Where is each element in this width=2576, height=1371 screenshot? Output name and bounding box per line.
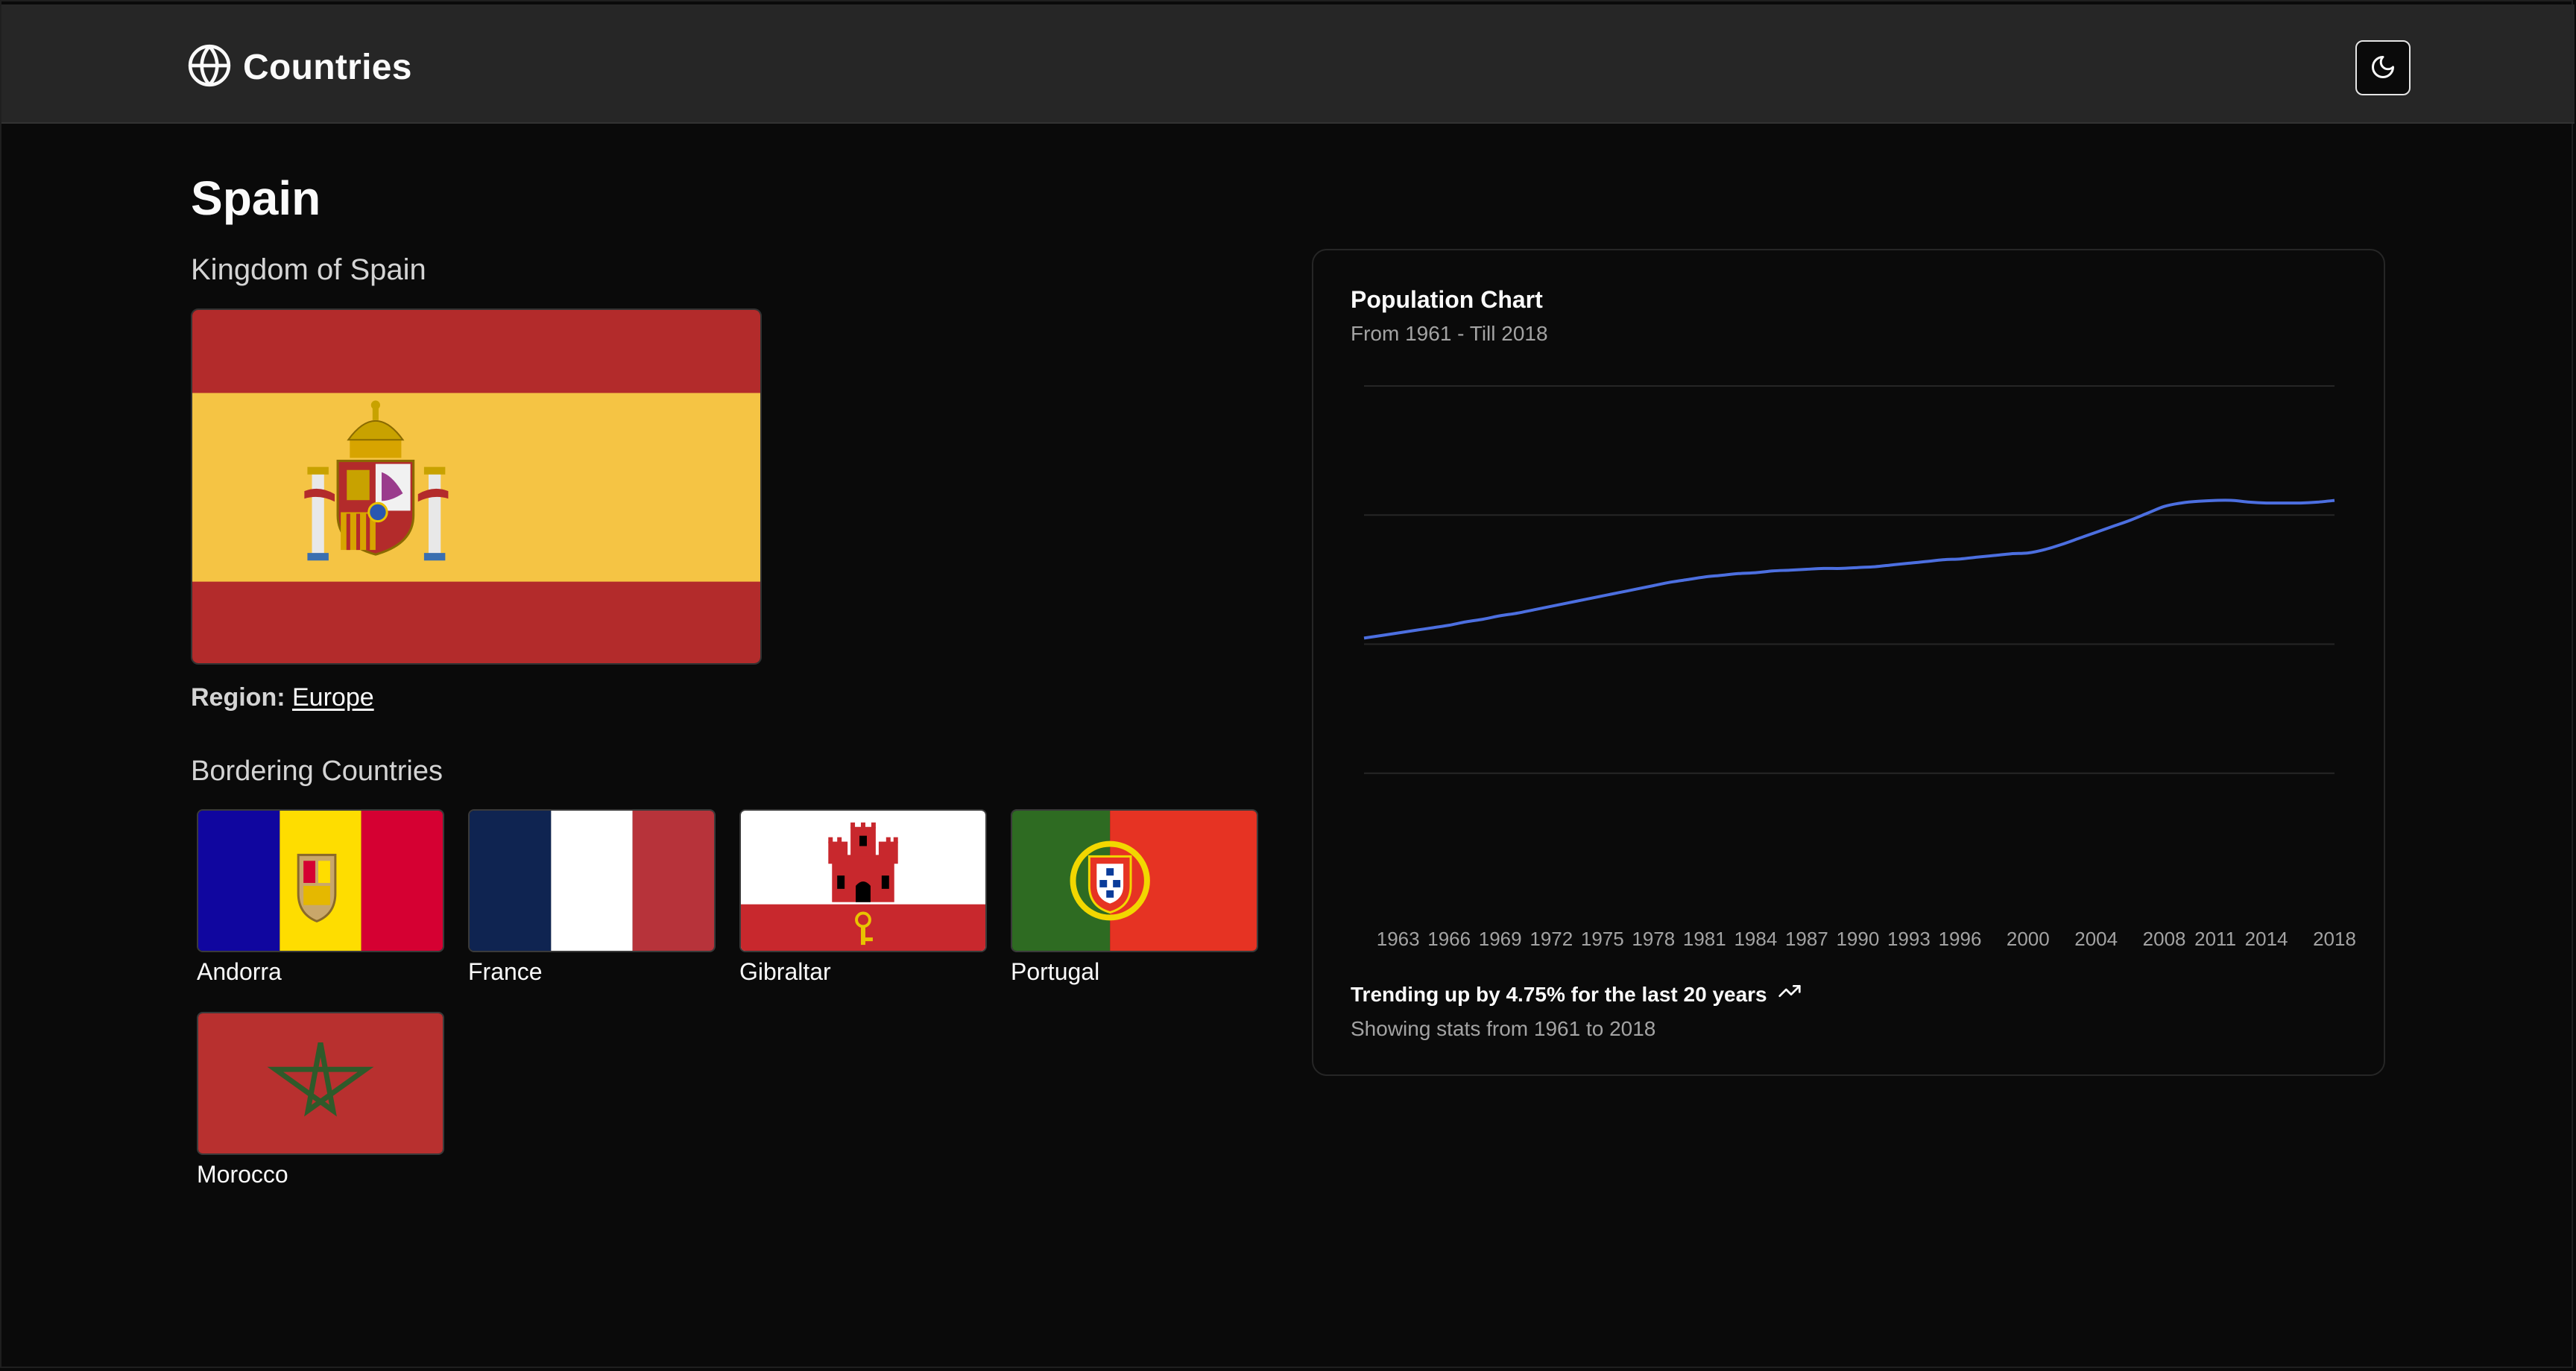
population-line-chart[interactable]: 1963 1966 1969 1972 1975 1978 1981 1984 1987 1990… (1313, 250, 2387, 981)
border-country-name: Portugal (1011, 958, 1100, 985)
x-axis-tick-label: 1963 (1377, 928, 1420, 950)
border-country-card-andorra[interactable]: Andorra (197, 809, 444, 987)
population-chart-card: Population Chart From 1961 - Till 2018 1… (1312, 249, 2385, 1076)
theme-toggle-button[interactable] (2355, 40, 2411, 95)
x-axis-tick-label: 1972 (1530, 928, 1573, 950)
border-country-name: Andorra (197, 958, 282, 985)
france-flag-image (468, 809, 716, 952)
bordering-countries-heading: Bordering Countries (191, 756, 443, 787)
x-axis-tick-label: 2014 (2245, 928, 2288, 950)
app-title: Countries (243, 47, 412, 87)
globe-icon (186, 42, 233, 92)
x-axis-tick-label: 2008 (2143, 928, 2186, 950)
population-series-line (1363, 498, 2335, 640)
region-link[interactable]: Europe (292, 683, 374, 712)
top-navbar: Countries (1, 4, 2575, 124)
region-row: Region: Europe (191, 681, 374, 714)
region-label: Region: (191, 683, 285, 712)
morocco-flag-image (197, 1012, 444, 1155)
country-flag-image (191, 308, 762, 665)
chart-footer-text: Showing stats from 1961 to 2018 (1351, 1017, 1656, 1040)
trending-up-icon (1767, 979, 1802, 1010)
border-country-card-morocco[interactable]: Morocco (197, 1012, 444, 1189)
andorra-flag-image (197, 809, 444, 952)
border-country-name: Gibraltar (739, 958, 831, 985)
page-title: Spain (191, 171, 321, 225)
brand-link[interactable]: Countries (186, 42, 412, 92)
x-axis-tick-label: 1993 (1887, 928, 1931, 950)
x-axis-tick-label: 1981 (1683, 928, 1726, 950)
x-axis-tick-label: 1984 (1734, 928, 1777, 950)
x-axis-tick-label: 1975 (1581, 928, 1624, 950)
border-country-card-portugal[interactable]: Portugal (1011, 809, 1258, 987)
border-country-name: France (468, 958, 543, 985)
x-axis-tick-label: 2004 (2074, 928, 2118, 950)
border-country-card-gibraltar[interactable]: Gibraltar (739, 809, 987, 987)
x-axis-tick-label: 1990 (1836, 928, 1879, 950)
trend-row: Trending up by 4.75% for the last 20 yea… (1351, 979, 1802, 1010)
x-axis-tick-label: 1978 (1632, 928, 1675, 950)
trend-text: Trending up by 4.75% for the last 20 yea… (1351, 983, 1767, 1006)
x-axis-tick-label: 1969 (1479, 928, 1522, 950)
x-axis-tick-label: 1996 (1939, 928, 1982, 950)
x-axis-tick-label: 1987 (1785, 928, 1828, 950)
moon-icon (2370, 54, 2396, 83)
x-axis-tick-label: 2018 (2313, 928, 2356, 950)
x-axis-tick-label: 2011 (2194, 928, 2236, 950)
official-name: Kingdom of Spain (191, 253, 426, 286)
portugal-flag-image (1011, 809, 1258, 952)
border-country-name: Morocco (197, 1161, 288, 1188)
border-country-card-france[interactable]: France (468, 809, 716, 987)
gibraltar-flag-image (739, 809, 987, 952)
x-axis-tick-label: 1966 (1427, 928, 1471, 950)
x-axis-tick-label: 2000 (2007, 928, 2050, 950)
